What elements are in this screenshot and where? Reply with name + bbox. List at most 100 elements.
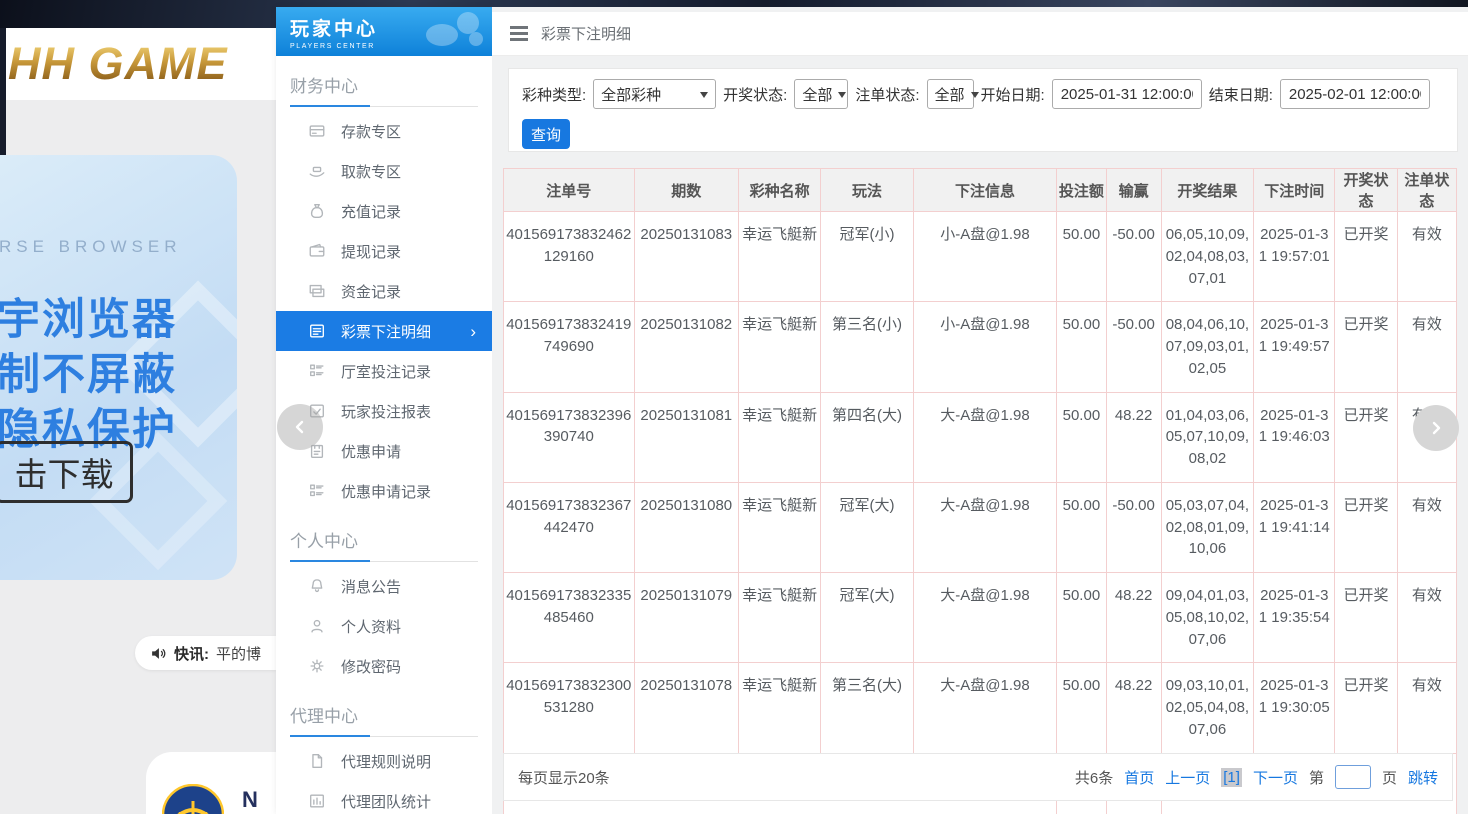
cell-amount: 50.00	[1057, 302, 1106, 392]
cell-order-status: 有效	[1397, 573, 1456, 663]
cell-bet-time: 2025-01-31 19:41:14	[1254, 482, 1335, 572]
prev-page-link[interactable]: 上一页	[1165, 767, 1210, 788]
recharge-moneybag-icon	[308, 202, 326, 220]
sidebar-item-promo-apply-records[interactable]: 优惠申请记录	[276, 471, 492, 511]
bets-table-card: 注单号 期数 彩种名称 玩法 下注信息 投注额 输赢 开奖结果 下注时间 开奖状…	[503, 168, 1457, 814]
col-order-status: 注单状态	[1397, 169, 1456, 212]
cell-lottery: 幸运飞艇新	[738, 212, 820, 302]
cell-order-status: 有效	[1397, 302, 1456, 392]
funds-cash-icon	[308, 282, 326, 300]
sidebar-item-label: 消息公告	[341, 576, 401, 597]
sidebar-item-withdraw[interactable]: 取款专区	[276, 151, 492, 191]
current-page[interactable]: [1]	[1221, 768, 1242, 787]
download-button[interactable]: 击下载	[0, 441, 133, 503]
cell-order-id: 401569173832335485460	[504, 573, 635, 663]
cell-win-loss: -50.00	[1106, 212, 1161, 302]
sidebar-item-withdrawal-records[interactable]: 提现记录	[276, 231, 492, 271]
page-jump-input[interactable]	[1335, 765, 1371, 789]
cell-bet-time: 2025-01-31 19:57:01	[1254, 212, 1335, 302]
sidebar-item-deposit[interactable]: 存款专区	[276, 111, 492, 151]
sidebar-item-change-password[interactable]: 修改密码	[276, 646, 492, 686]
chevron-down-icon	[700, 92, 708, 102]
cell-lottery: 幸运飞艇新	[738, 663, 820, 753]
chevron-down-icon	[971, 92, 979, 102]
team-stats-icon	[308, 792, 326, 810]
screen: HH GAME RSE BROWSER 宇浏览器 制不屏蔽 隐私保护 击下载 快…	[0, 0, 1468, 814]
lottery-type-value: 全部彩种	[601, 84, 661, 105]
cell-bet-info: 大-A盘@1.98	[913, 573, 1057, 663]
cell-play: 冠军(大)	[821, 573, 913, 663]
cell-order-id: 401569173832367442470	[504, 482, 635, 572]
brand-logo: HH GAME	[8, 38, 228, 90]
banner-edge	[0, 28, 6, 155]
sidebar-item-agent-team-stats[interactable]: 代理团队统计	[276, 781, 492, 814]
sidebar-section-agent: 代理中心	[290, 698, 478, 737]
sidebar-item-label: 厅室投注记录	[341, 361, 431, 382]
order-status-select[interactable]: 全部	[927, 79, 974, 109]
sidebar-item-funds-records[interactable]: 资金记录	[276, 271, 492, 311]
chevron-down-icon	[838, 92, 846, 102]
next-page-link[interactable]: 下一页	[1253, 767, 1298, 788]
cell-bet-time: 2025-01-31 19:46:03	[1254, 392, 1335, 482]
table-row: 401569173832367442470 20250131080 幸运飞艇新 …	[504, 482, 1457, 572]
cell-period: 20250131079	[634, 573, 738, 663]
sidebar-item-lottery-bet-details[interactable]: 彩票下注明细 ›	[276, 311, 492, 351]
col-win-loss: 输赢	[1106, 169, 1161, 212]
gamepad-icon	[418, 9, 488, 56]
sidebar-item-recharge-records[interactable]: 充值记录	[276, 191, 492, 231]
col-bet-time: 下注时间	[1254, 169, 1335, 212]
start-date-input[interactable]	[1052, 79, 1202, 109]
cell-result: 09,04,01,03,05,08,10,02,07,06	[1161, 573, 1253, 663]
sidebar-item-announcements[interactable]: 消息公告	[276, 566, 492, 606]
sidebar-item-profile[interactable]: 个人资料	[276, 606, 492, 646]
lottery-type-select[interactable]: 全部彩种	[593, 79, 716, 109]
col-draw-status: 开奖状态	[1335, 169, 1397, 212]
cell-order-id: 401569173832300531280	[504, 663, 635, 753]
deposit-card-icon	[308, 122, 326, 140]
table-row: 401569173832419749690 20250131082 幸运飞艇新 …	[504, 302, 1457, 392]
section-label-agent: 代理中心	[290, 698, 478, 736]
first-page-link[interactable]: 首页	[1124, 767, 1154, 788]
search-button[interactable]: 查询	[522, 119, 570, 149]
table-row: 401569173832396390740 20250131081 幸运飞艇新 …	[504, 392, 1457, 482]
cell-win-loss: -50.00	[1106, 482, 1161, 572]
cell-play: 冠军(大)	[821, 482, 913, 572]
cell-order-status: 有效	[1397, 212, 1456, 302]
cell-order-id: 401569173832462129160	[504, 212, 635, 302]
table-header-row: 注单号 期数 彩种名称 玩法 下注信息 投注额 输赢 开奖结果 下注时间 开奖状…	[504, 169, 1457, 212]
col-order-id: 注单号	[504, 169, 635, 212]
bell-icon	[308, 577, 326, 595]
sidebar-section-finance: 财务中心	[290, 68, 478, 107]
sidebar-item-label: 修改密码	[341, 656, 401, 677]
col-play: 玩法	[821, 169, 913, 212]
cell-amount: 50.00	[1057, 482, 1106, 572]
sidebar-item-label: 彩票下注明细	[341, 321, 431, 342]
section-divider	[290, 736, 478, 737]
sidebar-item-agent-rules[interactable]: 代理规则说明	[276, 741, 492, 781]
cell-win-loss: -50.00	[1106, 302, 1161, 392]
cell-bet-info: 大-A盘@1.98	[913, 663, 1057, 753]
collapse-left-button[interactable]	[277, 404, 323, 450]
section-divider	[290, 561, 478, 562]
draw-status-value: 全部	[802, 84, 832, 105]
cell-draw-status: 已开奖	[1335, 482, 1397, 572]
hamburger-menu-icon[interactable]	[510, 32, 528, 35]
section-divider	[290, 106, 478, 107]
page-size-text: 每页显示20条	[518, 767, 610, 788]
jump-link[interactable]: 跳转	[1408, 767, 1438, 788]
promo-record-icon	[308, 482, 326, 500]
bets-table: 注单号 期数 彩种名称 玩法 下注信息 投注额 输赢 开奖结果 下注时间 开奖状…	[503, 168, 1457, 814]
browser-ad-card: RSE BROWSER 宇浏览器 制不屏蔽 隐私保护 击下载	[0, 155, 237, 580]
sidebar-item-room-bet-records[interactable]: 厅室投注记录	[276, 351, 492, 391]
cell-draw-status: 已开奖	[1335, 573, 1397, 663]
sidebar-item-label: 取款专区	[341, 161, 401, 182]
cell-order-id: 401569173832396390740	[504, 392, 635, 482]
ticker-label: 快讯:	[174, 643, 209, 664]
sidebar-item-label: 资金记录	[341, 281, 401, 302]
site-logo-band: HH GAME	[0, 28, 276, 100]
scroll-right-button[interactable]	[1413, 405, 1459, 451]
end-date-input[interactable]	[1280, 79, 1430, 109]
topbar: 彩票下注明细	[492, 12, 1468, 56]
cell-amount: 50.00	[1057, 392, 1106, 482]
draw-status-select[interactable]: 全部	[794, 79, 848, 109]
